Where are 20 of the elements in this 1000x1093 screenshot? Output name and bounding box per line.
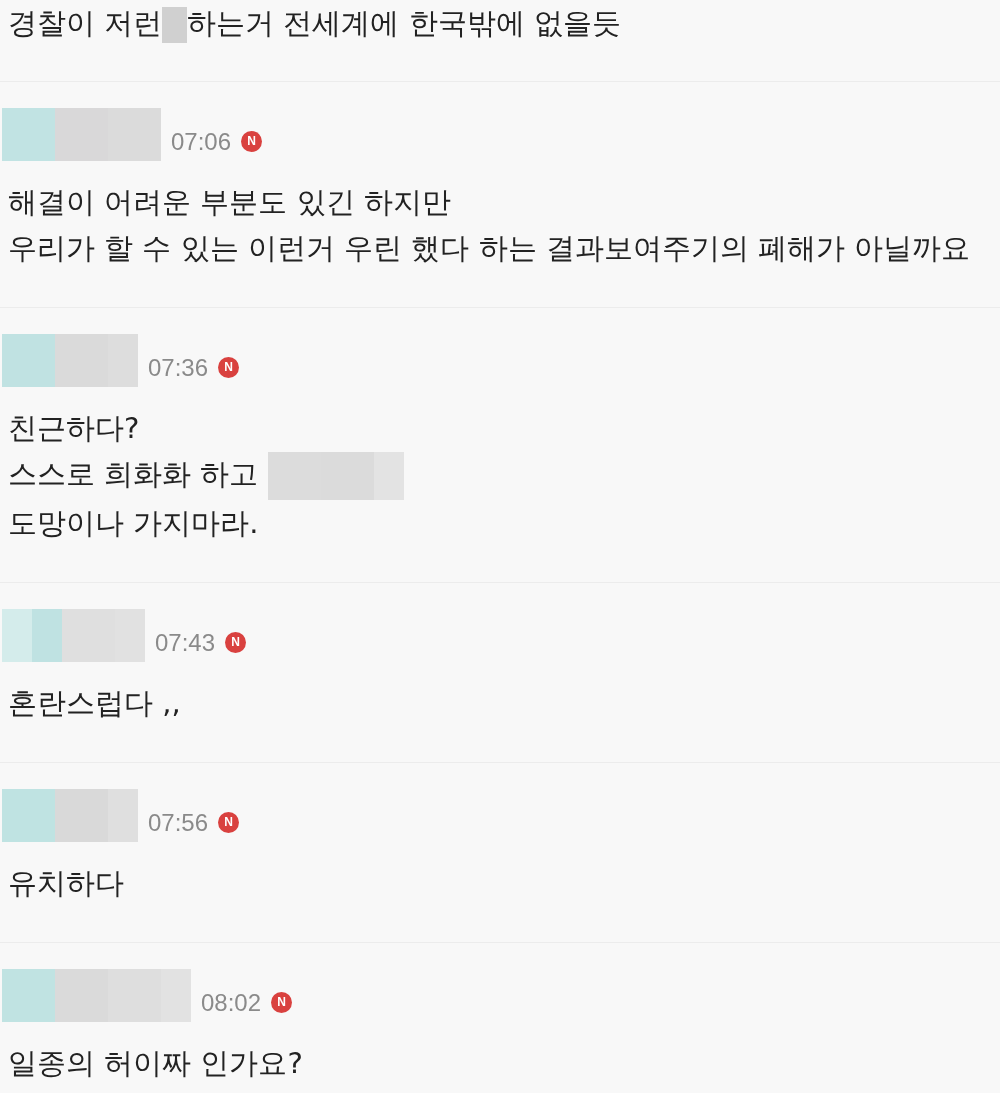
comment-text: 유치하다	[8, 866, 124, 900]
comment-text: 해결이 어려운 부분도 있긴 하지만	[8, 185, 451, 219]
new-badge: N	[225, 632, 247, 653]
comment-text: 도망이나 가지마라.	[8, 506, 259, 540]
comment-text: 경찰이 저런	[8, 6, 163, 40]
comment-text: 우리가 할 수 있는 이런거 우린 했다 하는 결과보여주기의 폐해가 아닐까요	[8, 231, 971, 265]
new-badge: N	[271, 992, 293, 1013]
comment-time: 07:06	[171, 129, 232, 154]
comment-time: 08:02	[201, 990, 262, 1015]
comment-text: 혼란스럽다 ,,	[8, 686, 181, 720]
comment-text: 하는거 전세계에 한국밖에 없을듯	[187, 6, 621, 40]
comment-text: 친근하다?	[8, 411, 140, 445]
new-badge: N	[218, 357, 240, 378]
comment-time: 07:43	[155, 630, 216, 655]
new-badge: N	[241, 131, 263, 152]
comment-time: 07:36	[148, 355, 209, 380]
new-badge: N	[218, 812, 240, 833]
comment-text: 스스로 희화화 하고	[8, 457, 260, 491]
comment-text: 일종의 허이짜 인가요?	[8, 1046, 303, 1080]
comment-time: 07:56	[148, 810, 209, 835]
